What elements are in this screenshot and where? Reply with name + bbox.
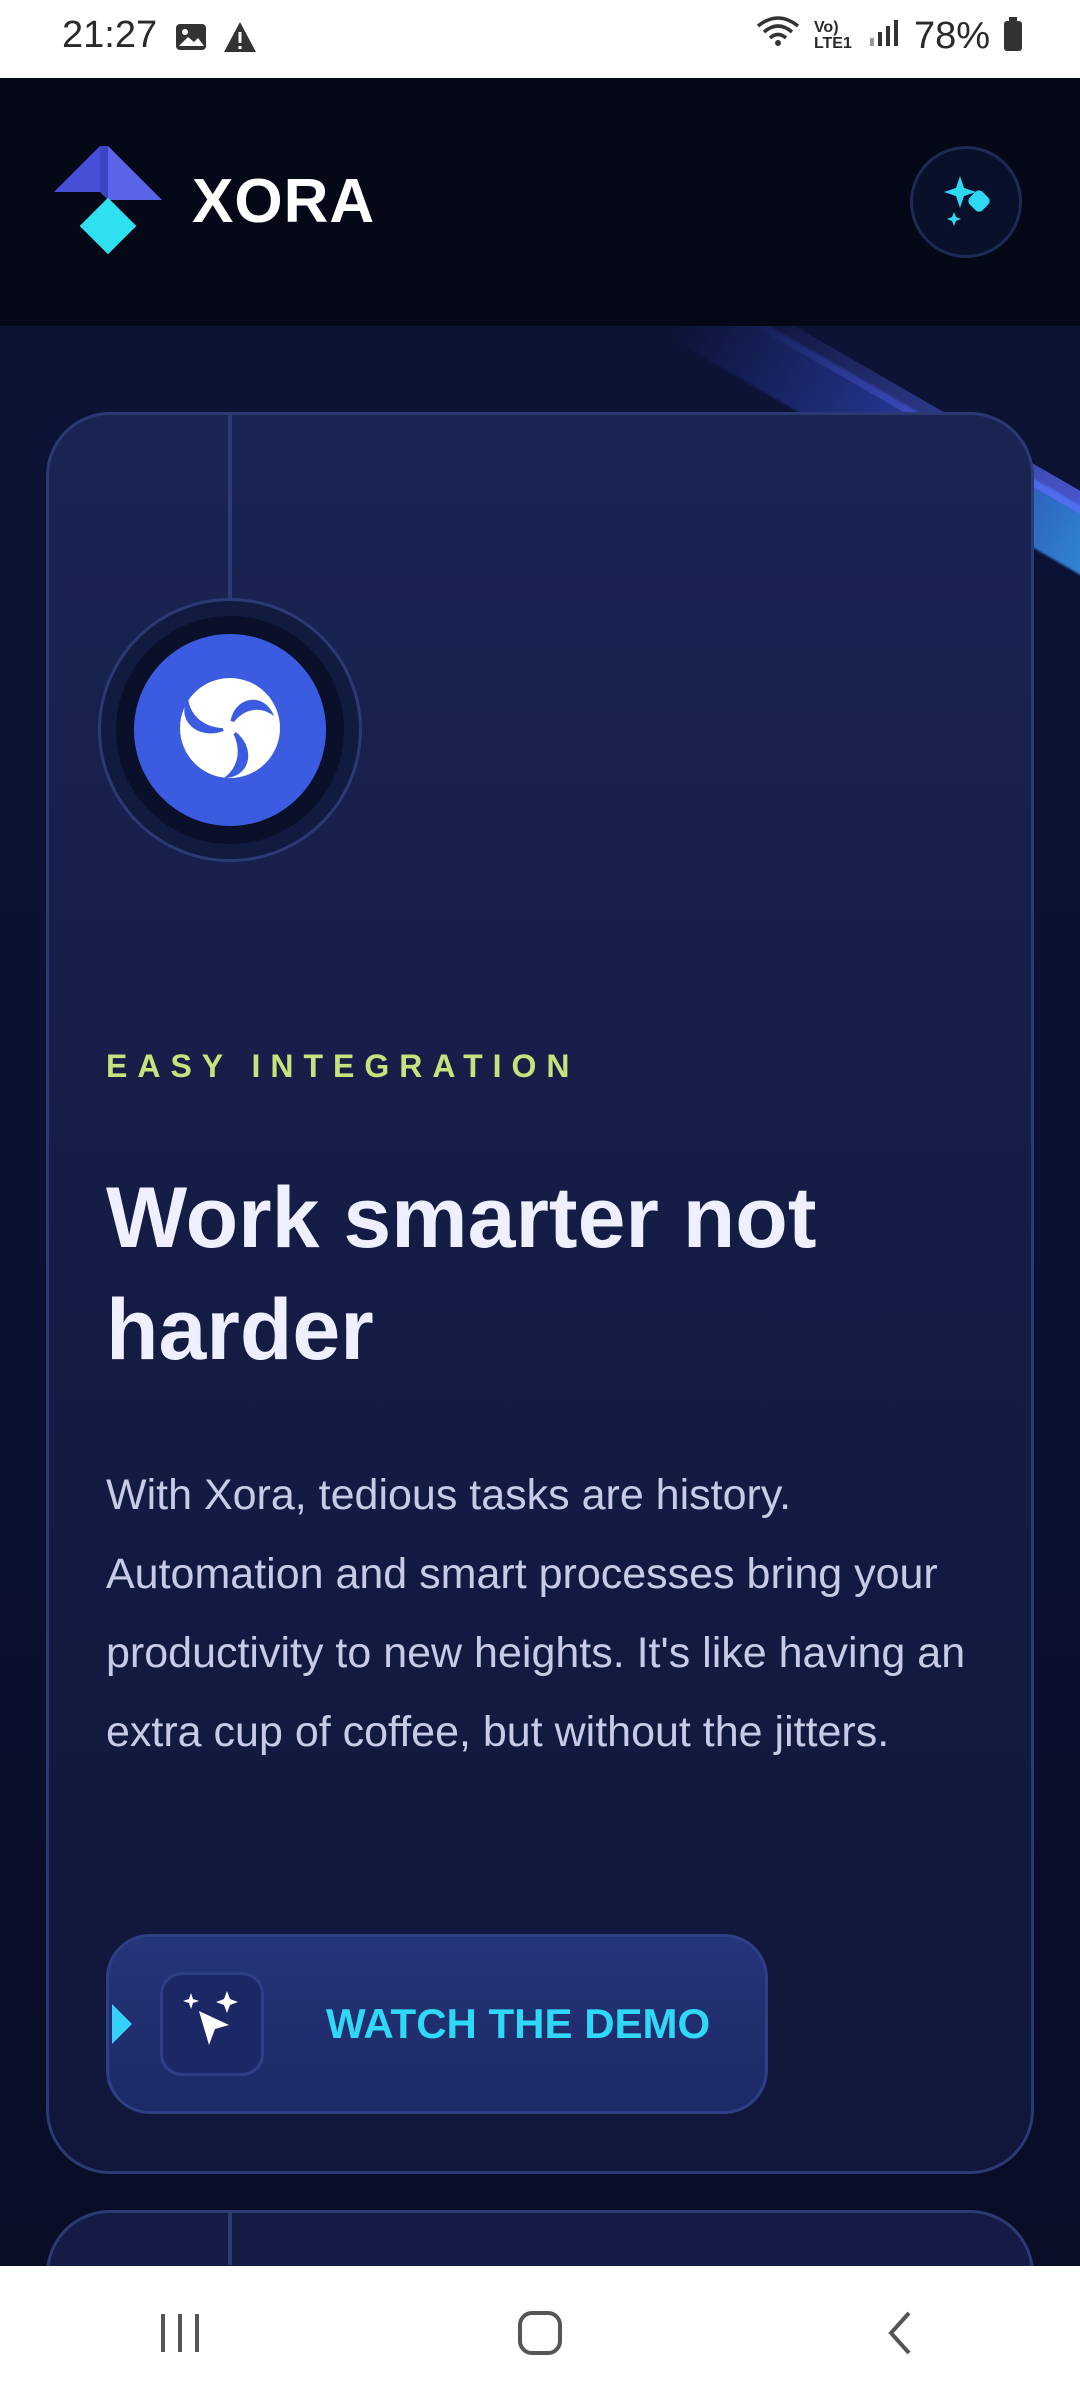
next-card-connector-line bbox=[228, 2213, 232, 2265]
system-nav-bar bbox=[0, 2266, 1080, 2400]
feature-icon-badge bbox=[134, 634, 326, 826]
xora-logo-icon[interactable] bbox=[54, 146, 170, 256]
battery-icon bbox=[1004, 17, 1022, 51]
section-eyebrow: EASY INTEGRATION bbox=[106, 1048, 580, 1084]
swirl-icon bbox=[178, 676, 282, 785]
card-connector-line bbox=[228, 415, 232, 601]
button-marker-icon bbox=[112, 2004, 132, 2044]
image-icon bbox=[174, 20, 208, 59]
home-icon[interactable] bbox=[480, 2293, 600, 2373]
section-title: Work smarter not harder bbox=[106, 1170, 817, 1378]
watch-demo-label[interactable]: WATCH THE DEMO bbox=[326, 2000, 710, 2048]
demo-icon-frame[interactable] bbox=[160, 1972, 264, 2076]
wifi-icon bbox=[756, 14, 800, 58]
back-icon[interactable] bbox=[840, 2293, 960, 2373]
status-time: 21:27 bbox=[62, 14, 158, 56]
brand-name[interactable]: XORA bbox=[192, 166, 375, 237]
network-type: Vo) LTE1 bbox=[813, 19, 852, 52]
signal-icon bbox=[868, 15, 900, 58]
sparkle-icon bbox=[938, 172, 994, 233]
recent-apps-icon[interactable] bbox=[120, 2293, 240, 2373]
menu-button[interactable] bbox=[910, 146, 1022, 258]
battery-percent: 78% bbox=[913, 14, 990, 57]
magic-cursor-icon bbox=[177, 1987, 247, 2062]
warning-icon bbox=[222, 20, 258, 59]
status-bar: 21:27 Vo) LTE1 78% bbox=[0, 0, 1080, 78]
section-description: With Xora, tedious tasks are history. Au… bbox=[106, 1471, 966, 1756]
